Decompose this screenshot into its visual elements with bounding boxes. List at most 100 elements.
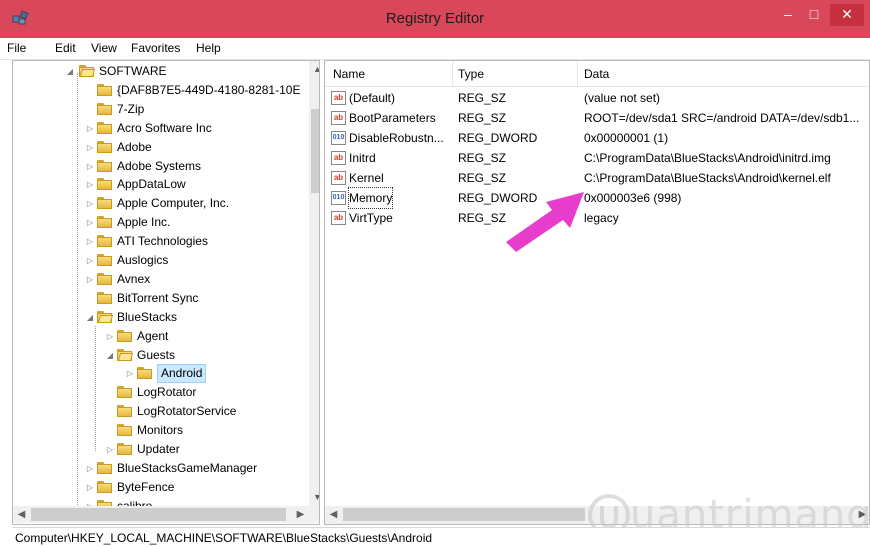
column-divider[interactable] [577,61,578,87]
expand-arrow-icon[interactable]: ▷ [85,459,95,478]
menu-bar: File Edit View Favorites Help [0,38,870,60]
list-hscroll-thumb[interactable] [343,508,585,521]
value-row[interactable]: 010 Memory REG_DWORD 0x000003e6 (998) [325,187,869,209]
folder-icon [97,461,112,474]
value-row[interactable]: 010 DisableRobustn... REG_DWORD 0x00000001 … [325,128,869,148]
values-list-pane[interactable]: Name Type Data ab (Default) REG_SZ (value n… [324,60,870,525]
menu-view[interactable]: View [91,41,117,55]
scroll-left-icon[interactable]: ◀ [13,506,30,523]
value-row[interactable]: ab VirtType REG_SZ legacy [325,208,869,228]
tree-item[interactable]: ▷ Android [13,364,309,384]
expand-arrow-icon[interactable]: ▷ [85,251,95,270]
tree-item[interactable]: ▷ Avnex [13,270,309,289]
maximize-button[interactable]: □ [801,4,827,26]
value-row[interactable]: ab Kernel REG_SZ C:\ProgramData\BlueStacks\… [325,168,869,188]
tree-item-label: BitTorrent Sync [117,290,199,305]
tree-item[interactable]: BitTorrent Sync [13,289,309,308]
expand-arrow-icon[interactable]: ▷ [85,157,95,176]
tree-item[interactable]: ▷ Adobe Systems [13,157,309,176]
tree-item[interactable]: Monitors [13,421,309,440]
collapse-arrow-icon[interactable]: ◢ [85,308,95,327]
tree-item[interactable]: ▷ ATI Technologies [13,232,309,251]
scroll-up-icon[interactable]: ▲ [309,61,319,78]
column-header-name[interactable]: Name [333,67,365,81]
folder-icon [117,405,132,418]
expand-arrow-icon[interactable]: ▷ [85,232,95,251]
tree-scroll-thumb[interactable] [311,109,319,193]
tree-item-label: LogRotator [137,385,197,400]
column-divider[interactable] [452,61,453,87]
folder-icon [117,443,132,455]
expand-arrow-icon[interactable]: ▷ [105,327,115,346]
expand-arrow-icon[interactable]: ▷ [85,175,95,194]
expand-arrow-icon[interactable]: ▷ [85,270,95,289]
tree-item[interactable]: ◢ BlueStacks [13,308,309,327]
value-row[interactable]: ab (Default) REG_SZ (value not set) [325,88,869,108]
column-header-type[interactable]: Type [458,67,484,81]
window-title: Registry Editor [385,10,485,27]
menu-help[interactable]: Help [196,41,221,55]
string-value-icon: ab [331,91,346,105]
tree-item[interactable]: ◢ SOFTWARE [13,62,309,81]
expand-arrow-icon[interactable]: ▷ [105,440,115,459]
folder-icon [97,140,112,153]
value-name: (Default) [349,91,396,105]
menu-edit[interactable]: Edit [55,41,76,55]
key-tree-pane[interactable]: ◢ SOFTWARE {DAF8B7E5-449D-4180-8281-10E 7-Z… [12,60,320,525]
value-row[interactable]: ab Initrd REG_SZ C:\ProgramData\BlueStacks\… [325,148,869,168]
folder-icon [97,235,112,248]
collapse-arrow-icon[interactable]: ◢ [105,346,115,365]
scroll-left-icon[interactable]: ◀ [325,506,342,524]
folder-icon [97,272,112,285]
tree-item[interactable]: LogRotatorService [13,402,309,421]
binary-value-icon: 010 [331,191,346,205]
scroll-right-icon[interactable]: ▶ [292,506,309,523]
expand-arrow-icon[interactable]: ▷ [125,364,135,383]
tree-item[interactable]: ▷ Agent [13,327,309,346]
scroll-right-icon[interactable]: ▶ [854,506,869,524]
expand-arrow-icon[interactable]: ▷ [85,478,95,497]
tree-item[interactable]: ▷ Updater [13,440,309,459]
tree-hscroll-thumb[interactable] [31,508,286,521]
tree-item[interactable]: ▷ Auslogics [13,251,309,270]
tree-item-label: SOFTWARE [99,64,167,78]
value-row[interactable]: ab BootParameters REG_SZ ROOT=/dev/sda1 SRC… [325,108,869,128]
tree-item[interactable]: ▷ BlueStacksGameManager [13,459,309,478]
tree-vertical-scrollbar[interactable]: ▲ ▼ [309,61,319,507]
expand-arrow-icon[interactable]: ▷ [85,194,95,213]
expand-arrow-icon[interactable]: ▷ [85,138,95,157]
tree-item[interactable]: {DAF8B7E5-449D-4180-8281-10E [13,81,309,100]
tree-item-label: Agent [137,328,169,343]
tree-item[interactable]: LogRotator [13,383,309,402]
tree-item[interactable]: ▷ Adobe [13,138,309,157]
tree-item[interactable]: ▷ Acro Software Inc [13,119,309,138]
minimize-button[interactable]: – [775,4,801,26]
tree-item[interactable]: ▷ Apple Inc. [13,213,309,232]
tree-horizontal-scrollbar[interactable]: ◀ ▶ [13,506,309,523]
tree-item-label: 7-Zip [117,101,145,116]
list-horizontal-scrollbar[interactable]: ◀ ▶ [325,506,869,524]
folder-icon [117,386,132,399]
pointing-arrow-icon [506,192,584,252]
value-data: C:\ProgramData\BlueStacks\Android\kernel… [584,171,831,185]
close-button[interactable]: ✕ [830,4,864,26]
scroll-down-icon[interactable]: ▼ [309,489,319,506]
tree-item[interactable]: ▷ AppDataLow [13,175,309,194]
menu-favorites[interactable]: Favorites [131,41,180,55]
tree-item[interactable]: ◢ Guests [13,346,309,365]
menu-file[interactable]: File [7,41,26,55]
value-name: DisableRobustn... [349,131,444,145]
value-data: 0x000003e6 (998) [584,191,682,205]
expand-arrow-icon[interactable]: ▷ [85,213,95,232]
value-data: ROOT=/dev/sda1 SRC=/android DATA=/dev/sd… [584,111,860,125]
tree-item[interactable]: ▷ ByteFence [13,478,309,497]
collapse-arrow-icon[interactable]: ◢ [65,62,75,81]
folder-icon [97,121,112,134]
expand-arrow-icon[interactable]: ▷ [85,119,95,138]
status-bar-path: Computer\HKEY_LOCAL_MACHINE\SOFTWARE\Blu… [12,527,870,547]
tree-item[interactable]: ▷ Apple Computer, Inc. [13,194,309,213]
column-header-data[interactable]: Data [584,67,609,81]
tree-item[interactable]: 7-Zip [13,100,309,119]
binary-value-icon: 010 [331,131,346,145]
tree-item-label: Auslogics [117,253,169,267]
